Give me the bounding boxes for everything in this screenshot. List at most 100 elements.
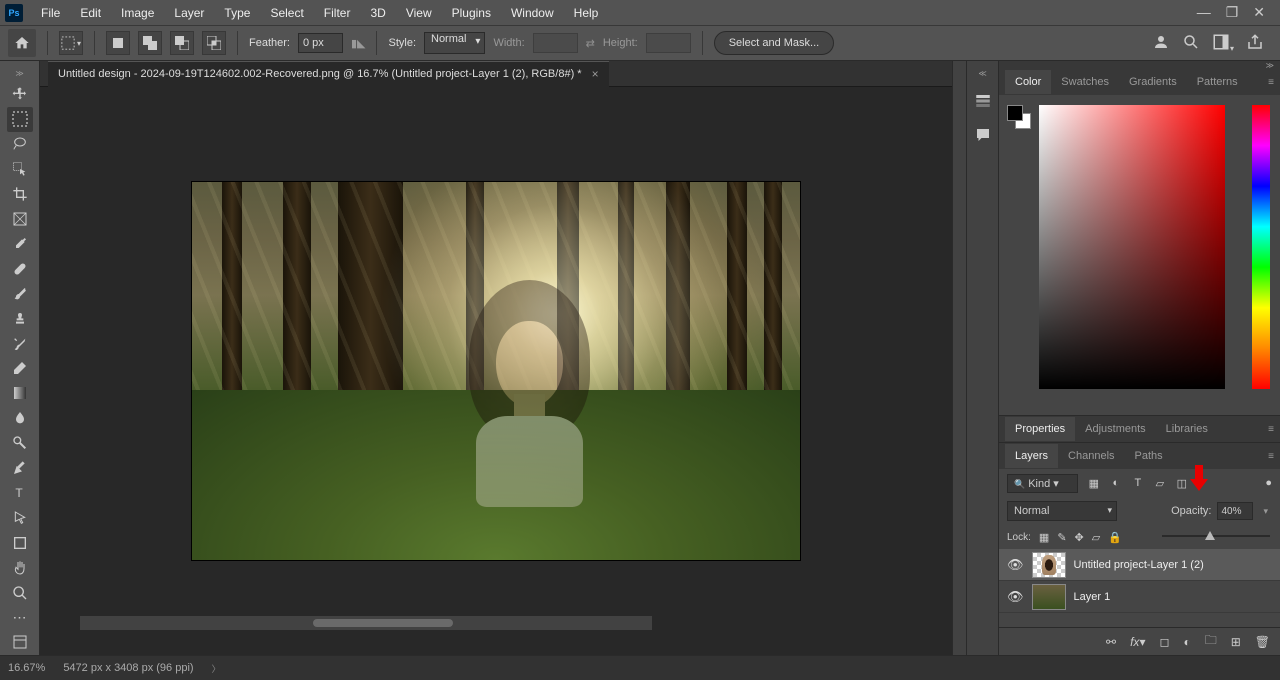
filter-toggle[interactable]: ● — [1265, 477, 1272, 489]
filter-adjust-icon[interactable]: ◐ — [1108, 475, 1124, 491]
dodge-tool[interactable] — [7, 431, 33, 456]
layer-thumbnail[interactable] — [1032, 552, 1066, 578]
fg-bg-swatch[interactable] — [1007, 105, 1031, 129]
layer-name[interactable]: Layer 1 — [1074, 591, 1111, 603]
hand-tool[interactable] — [7, 555, 33, 580]
menu-3d[interactable]: 3D — [360, 2, 395, 24]
lock-all-icon[interactable]: 🔒 — [1108, 531, 1122, 544]
close-button[interactable]: ✕ — [1253, 4, 1265, 21]
eraser-tool[interactable] — [7, 356, 33, 381]
visibility-icon[interactable]: 👁 — [1007, 589, 1024, 605]
comments-panel-icon[interactable] — [972, 124, 994, 146]
hue-slider[interactable] — [1252, 105, 1270, 389]
zoom-level[interactable]: 16.67% — [8, 662, 45, 674]
marquee-tool[interactable] — [7, 107, 33, 132]
tab-channels[interactable]: Channels — [1058, 444, 1124, 468]
path-select-tool[interactable] — [7, 505, 33, 530]
group-icon[interactable]: 🗀 — [1205, 631, 1217, 652]
toolbox-collapse[interactable]: ≫ — [15, 69, 23, 78]
home-button[interactable] — [8, 29, 36, 57]
stamp-tool[interactable] — [7, 306, 33, 331]
horizontal-scrollbar[interactable] — [80, 616, 652, 630]
opacity-dropdown-icon[interactable]: ▾ — [1259, 506, 1272, 517]
share-icon[interactable] — [1246, 33, 1264, 54]
layer-row[interactable]: 👁 Untitled project-Layer 1 (2) — [999, 549, 1280, 581]
zoom-tool[interactable] — [7, 580, 33, 605]
lasso-tool[interactable] — [7, 132, 33, 157]
menu-layer[interactable]: Layer — [164, 2, 214, 24]
blend-mode-select[interactable]: Normal — [1007, 501, 1117, 521]
type-tool[interactable]: T — [7, 481, 33, 506]
tab-libraries[interactable]: Libraries — [1156, 417, 1218, 441]
opacity-slider[interactable] — [1162, 531, 1270, 541]
visibility-icon[interactable]: 👁 — [1007, 557, 1024, 573]
lock-artboard-icon[interactable]: ▱ — [1092, 531, 1100, 544]
menu-window[interactable]: Window — [501, 2, 564, 24]
status-menu-icon[interactable]: 〉 — [212, 662, 221, 675]
add-selection-icon[interactable] — [138, 31, 162, 55]
healing-tool[interactable] — [7, 256, 33, 281]
tab-properties[interactable]: Properties — [1005, 417, 1075, 441]
object-select-tool[interactable] — [7, 157, 33, 182]
cloud-docs-icon[interactable] — [1152, 33, 1170, 54]
filter-shape-icon[interactable]: ▱ — [1152, 475, 1168, 491]
vertical-scrollbar[interactable] — [952, 61, 966, 655]
filter-type-icon[interactable]: T — [1130, 475, 1146, 491]
menu-help[interactable]: Help — [564, 2, 609, 24]
select-and-mask-button[interactable]: Select and Mask... — [714, 31, 835, 55]
menu-filter[interactable]: Filter — [314, 2, 361, 24]
menu-plugins[interactable]: Plugins — [442, 2, 501, 24]
maximize-button[interactable]: ❐ — [1226, 4, 1239, 21]
filter-pixel-icon[interactable]: ▦ — [1086, 475, 1102, 491]
antialias-icon[interactable]: ▮◣ — [351, 37, 366, 50]
new-layer-icon[interactable]: ⊞ — [1231, 635, 1241, 649]
style-select[interactable]: Normal — [424, 32, 485, 54]
layer-name[interactable]: Untitled project-Layer 1 (2) — [1074, 559, 1204, 571]
opacity-input[interactable] — [1217, 502, 1253, 520]
tab-paths[interactable]: Paths — [1125, 444, 1173, 468]
crop-tool[interactable] — [7, 182, 33, 207]
history-brush-tool[interactable] — [7, 331, 33, 356]
search-icon[interactable] — [1182, 33, 1200, 54]
workspace-icon[interactable]: ▾ — [1212, 33, 1234, 54]
blur-tool[interactable] — [7, 406, 33, 431]
tab-color[interactable]: Color — [1005, 70, 1051, 94]
feather-input[interactable] — [298, 33, 343, 53]
close-tab-icon[interactable]: × — [592, 67, 599, 81]
menu-edit[interactable]: Edit — [70, 2, 111, 24]
dock-expand[interactable]: ≪ — [978, 69, 986, 78]
document-tab[interactable]: Untitled design - 2024-09-19T124602.002-… — [48, 61, 609, 87]
lock-position-icon[interactable]: ✥ — [1075, 531, 1084, 544]
menu-view[interactable]: View — [396, 2, 442, 24]
tab-patterns[interactable]: Patterns — [1187, 70, 1248, 94]
pen-tool[interactable] — [7, 456, 33, 481]
lock-pixels-icon[interactable]: ✎ — [1057, 531, 1066, 544]
frame-tool[interactable] — [7, 207, 33, 232]
intersect-selection-icon[interactable] — [202, 31, 226, 55]
menu-select[interactable]: Select — [260, 2, 313, 24]
layer-thumbnail[interactable] — [1032, 584, 1066, 610]
delete-layer-icon[interactable]: 🗑 — [1255, 635, 1270, 649]
minimize-button[interactable]: — — [1197, 4, 1211, 21]
filter-smart-icon[interactable]: ◫ — [1174, 475, 1190, 491]
menu-type[interactable]: Type — [214, 2, 260, 24]
tab-adjustments[interactable]: Adjustments — [1075, 417, 1156, 441]
selection-tool-preset[interactable]: ▾ — [59, 31, 83, 55]
edit-toolbar[interactable] — [7, 630, 33, 655]
filter-kind-select[interactable]: Kind ▾ — [1007, 474, 1078, 493]
layer-mask-icon[interactable]: ◻ — [1159, 635, 1169, 649]
link-layers-icon[interactable]: ⚯ — [1106, 635, 1116, 649]
menu-file[interactable]: File — [31, 2, 70, 24]
tab-layers[interactable]: Layers — [1005, 444, 1058, 468]
panel-menu-icon[interactable]: ≡ — [1268, 424, 1274, 435]
brush-tool[interactable] — [7, 281, 33, 306]
menu-image[interactable]: Image — [111, 2, 164, 24]
more-tools[interactable]: ⋯ — [7, 605, 33, 630]
panel-menu-icon[interactable]: ≡ — [1268, 451, 1274, 462]
history-panel-icon[interactable] — [972, 90, 994, 112]
layer-row[interactable]: 👁 Layer 1 — [999, 581, 1280, 613]
adjustment-layer-icon[interactable]: ◐ — [1183, 635, 1190, 649]
eyedropper-tool[interactable] — [7, 231, 33, 256]
tab-swatches[interactable]: Swatches — [1051, 70, 1119, 94]
color-field[interactable] — [1039, 105, 1225, 389]
